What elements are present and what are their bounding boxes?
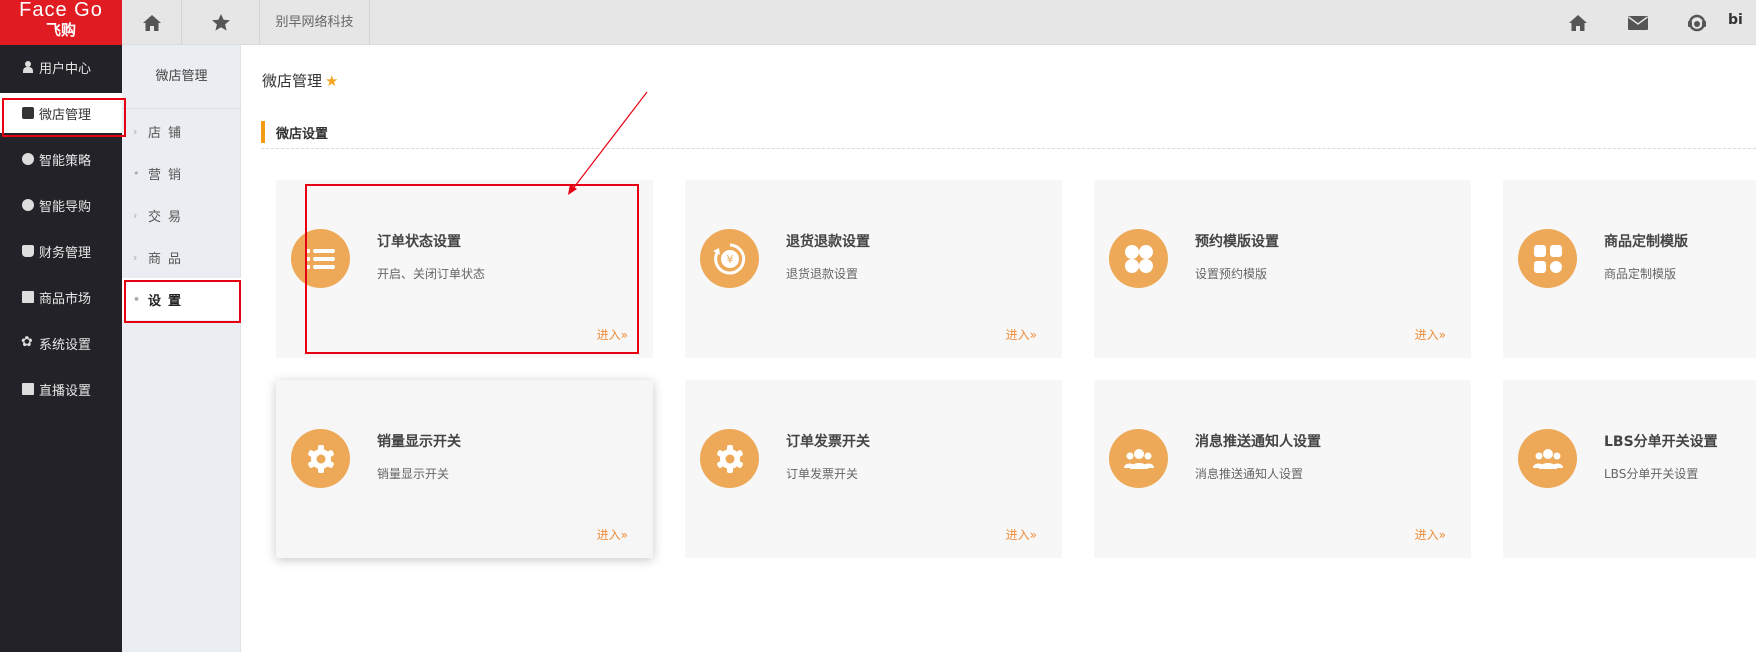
message-button[interactable] bbox=[1625, 10, 1651, 36]
subnav-item-label: 交易 bbox=[148, 209, 189, 225]
card-lbs-dispatch-toggle[interactable]: LBS分单开关设置 LBS分单开关设置 bbox=[1503, 380, 1756, 558]
gear-icon bbox=[21, 334, 34, 350]
card-sales-display-toggle[interactable]: 销量显示开关 销量显示开关 进入» bbox=[276, 380, 653, 558]
sidebar-item-label: 智能策略 bbox=[39, 153, 92, 169]
home-button[interactable] bbox=[122, 0, 182, 45]
favorite-button[interactable] bbox=[182, 0, 260, 45]
chevron-right-icon: › bbox=[133, 124, 138, 138]
money-bag-icon bbox=[22, 245, 34, 257]
subnav-item-products[interactable]: › 商品 bbox=[122, 236, 241, 278]
subnav-item-trade[interactable]: › 交易 bbox=[122, 194, 241, 236]
card-title: 销量显示开关 bbox=[377, 434, 461, 450]
subnav-item-label: 商品 bbox=[148, 251, 189, 267]
subnav-title: 微店管理 bbox=[122, 45, 241, 109]
card-description: 销量显示开关 bbox=[377, 467, 450, 481]
sidebar-item-live-settings[interactable]: 直播设置 bbox=[0, 369, 122, 409]
sidebar-item-label: 直播设置 bbox=[39, 383, 92, 399]
card-refund-settings[interactable]: ¥ 退货退款设置 退货退款设置 进入» bbox=[685, 180, 1062, 358]
logo-text: Face Go bbox=[19, 0, 103, 21]
card-description: 订单发票开关 bbox=[786, 467, 859, 481]
card-description: 设置预约模版 bbox=[1195, 267, 1268, 281]
enter-link[interactable]: 进入» bbox=[597, 526, 628, 543]
mail-icon bbox=[1628, 16, 1648, 30]
top-home-button[interactable] bbox=[1565, 10, 1591, 36]
sub-sidebar: 微店管理 › 店铺 • 营销 › 交易 › 商品 • 设置 bbox=[122, 45, 241, 652]
sidebar-item-label: 智能导购 bbox=[39, 199, 92, 215]
enter-link[interactable]: 进入» bbox=[1006, 526, 1037, 543]
subnav-item-label: 店铺 bbox=[148, 125, 189, 141]
sidebar-item-system-settings[interactable]: 系统设置 bbox=[0, 323, 122, 363]
sidebar-item-label: 用户中心 bbox=[39, 61, 92, 77]
highlight-box-sidebar bbox=[2, 98, 126, 137]
card-title: 消息推送通知人设置 bbox=[1195, 434, 1321, 450]
sidebar-item-user-center[interactable]: 用户中心 bbox=[0, 47, 122, 87]
sidebar-item-label: 财务管理 bbox=[39, 245, 92, 261]
star-icon bbox=[211, 14, 230, 31]
live-folder-icon bbox=[22, 383, 34, 395]
support-button[interactable] bbox=[1684, 10, 1710, 36]
card-invoice-toggle[interactable]: 订单发票开关 订单发票开关 进入» bbox=[685, 380, 1062, 558]
card-title: 退货退款设置 bbox=[786, 234, 870, 250]
home-icon bbox=[1569, 15, 1587, 31]
chevron-right-icon: › bbox=[133, 208, 138, 222]
section-accent-bar bbox=[261, 121, 265, 143]
refund-icon: ¥ bbox=[700, 229, 759, 288]
card-description: 消息推送通知人设置 bbox=[1195, 467, 1304, 481]
enter-link[interactable]: 进入» bbox=[1006, 326, 1037, 343]
subnav-item-store[interactable]: › 店铺 bbox=[122, 110, 241, 152]
user-name[interactable]: bi bbox=[1728, 12, 1743, 28]
card-title: 商品定制模版 bbox=[1604, 234, 1688, 250]
grid-icon bbox=[1518, 229, 1577, 288]
page-title: 微店管理 ★ bbox=[262, 70, 338, 91]
sidebar-item-smart-guide[interactable]: 智能导购 bbox=[0, 185, 122, 225]
sidebar-item-label: 商品市场 bbox=[39, 291, 92, 307]
sidebar-item-finance[interactable]: 财务管理 bbox=[0, 231, 122, 271]
page-title-text: 微店管理 bbox=[262, 72, 323, 90]
highlight-box-settings bbox=[124, 280, 241, 323]
chevron-right-icon: › bbox=[133, 250, 138, 264]
dot-icon: • bbox=[133, 166, 140, 180]
enter-link[interactable]: 进入» bbox=[1415, 526, 1446, 543]
card-title: 预约模版设置 bbox=[1195, 234, 1279, 250]
user-icon bbox=[22, 61, 34, 73]
subnav-item-label: 营销 bbox=[148, 167, 189, 183]
logo[interactable]: Face Go 飞购 bbox=[0, 0, 122, 45]
highlight-box-order-card bbox=[305, 184, 639, 354]
card-booking-template[interactable]: 预约模版设置 设置预约模版 进入» bbox=[1094, 180, 1471, 358]
company-name: 别早网络科技 bbox=[260, 0, 370, 45]
gear-icon bbox=[700, 429, 759, 488]
logo-subtext: 飞购 bbox=[45, 21, 76, 39]
section-title: 微店设置 bbox=[276, 127, 329, 142]
card-product-custom-template[interactable]: 商品定制模版 商品定制模版 bbox=[1503, 180, 1756, 358]
gear-icon bbox=[291, 429, 350, 488]
clover-icon bbox=[1109, 229, 1168, 288]
users-icon bbox=[1109, 429, 1168, 488]
svg-text:¥: ¥ bbox=[726, 253, 733, 266]
star-icon[interactable]: ★ bbox=[325, 72, 338, 90]
sidebar-item-smart-strategy[interactable]: 智能策略 bbox=[0, 139, 122, 179]
card-notification-recipients[interactable]: 消息推送通知人设置 消息推送通知人设置 进入» bbox=[1094, 380, 1471, 558]
headset-icon bbox=[1688, 14, 1706, 32]
home-icon bbox=[142, 14, 161, 31]
enter-link[interactable]: 进入» bbox=[1415, 326, 1446, 343]
users-icon bbox=[1518, 429, 1577, 488]
card-description: 退货退款设置 bbox=[786, 267, 859, 281]
top-bar: 别早网络科技 bi bbox=[122, 0, 1756, 45]
sidebar-item-label: 系统设置 bbox=[39, 337, 92, 353]
subnav-item-marketing[interactable]: • 营销 bbox=[122, 152, 241, 194]
guide-icon bbox=[22, 199, 34, 211]
market-icon bbox=[22, 291, 34, 303]
card-description: 商品定制模版 bbox=[1604, 267, 1677, 281]
strategy-icon bbox=[22, 153, 34, 165]
sidebar-item-market[interactable]: 商品市场 bbox=[0, 277, 122, 317]
card-title: LBS分单开关设置 bbox=[1604, 434, 1718, 450]
card-description: LBS分单开关设置 bbox=[1604, 467, 1699, 481]
section-divider bbox=[261, 148, 1756, 149]
card-title: 订单发票开关 bbox=[786, 434, 870, 450]
